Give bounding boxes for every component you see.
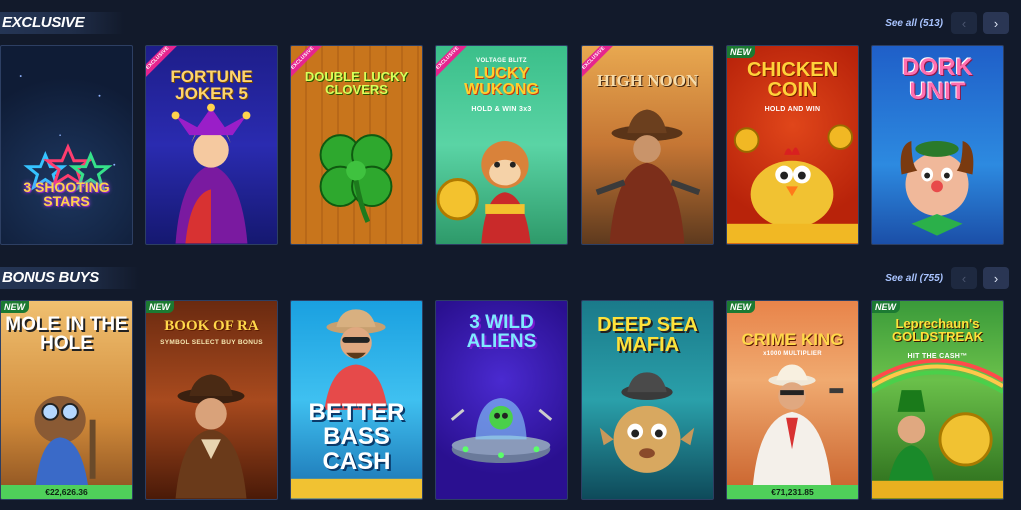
next-arrow-button[interactable]: ›	[983, 267, 1009, 289]
game-subtitle: SYMBOL SELECT BUY BONUS	[160, 339, 263, 346]
game-tile[interactable]: EXCLUSIVE FORTUNE JOKER 5	[145, 45, 278, 245]
section-title: BONUS BUYS	[0, 267, 140, 289]
new-badge: NEW	[872, 301, 900, 313]
game-title: BETTER BASS CASH	[308, 399, 405, 475]
section-header-exclusive: EXCLUSIVE See all (513) ‹ ›	[0, 8, 1021, 34]
game-tile[interactable]: NEW CRIME KING x1000 MULTIPLIER €71,231.…	[726, 300, 859, 500]
game-row-exclusive: 3 SHOOTING STARS EXCLUSIVE FORTUNE JOKER…	[0, 45, 1021, 245]
game-tile[interactable]: NEW BOOK OF RA SYMBOL SELECT BUY BONUS	[145, 300, 278, 500]
see-all-link[interactable]: See all (755)	[885, 273, 943, 284]
game-title: DORK UNIT	[902, 54, 973, 106]
chevron-left-icon: ‹	[961, 15, 967, 31]
game-tile[interactable]: NEW Leprechaun's GOLDSTREAK HIT THE CASH…	[871, 300, 1004, 500]
game-title: HIGH NOON	[596, 71, 699, 90]
game-tile[interactable]: DORK UNIT	[871, 45, 1004, 245]
game-row-bonus-buys: NEW MOLE IN THE HOLE €22,626.36 NEW BOOK…	[0, 300, 1021, 500]
new-badge: NEW	[1, 301, 29, 313]
game-tile[interactable]: NEW MOLE IN THE HOLE €22,626.36	[0, 300, 133, 500]
jackpot-amount: €71,231.85	[727, 485, 858, 499]
game-tile[interactable]: 3 SHOOTING STARS	[0, 45, 133, 245]
game-title: DEEP SEA MAFIA	[597, 314, 698, 357]
game-supertitle: VOLTAGE BLITZ	[476, 58, 527, 64]
game-subtitle: HOLD AND WIN	[764, 106, 821, 113]
section-title: EXCLUSIVE	[0, 12, 125, 34]
game-tile[interactable]: NEW CHICKEN COIN HOLD AND WIN	[726, 45, 859, 245]
chevron-left-icon: ‹	[961, 270, 967, 286]
game-subtitle: x1000 MULTIPLIER	[763, 351, 822, 357]
prev-arrow-button[interactable]: ‹	[951, 267, 977, 289]
game-tile[interactable]: BETTER BASS CASH	[290, 300, 423, 500]
tile-artwork	[19, 75, 116, 191]
game-title: 3 WILD ALIENS	[466, 312, 537, 353]
game-title: Leprechaun's GOLDSTREAK	[892, 316, 983, 345]
game-title: BOOK OF RA	[164, 318, 259, 334]
new-badge: NEW	[727, 46, 755, 58]
next-arrow-button[interactable]: ›	[983, 12, 1009, 34]
game-title: MOLE IN THE HOLE	[5, 314, 128, 355]
game-tile[interactable]: DEEP SEA MAFIA	[581, 300, 714, 500]
game-tile[interactable]: EXCLUSIVE DOUBLE LUCKY CLOVERS	[290, 45, 423, 245]
game-subtitle: HIT THE CASH™	[907, 353, 968, 360]
new-badge: NEW	[727, 301, 755, 313]
see-all-link[interactable]: See all (513)	[885, 18, 943, 29]
game-tile[interactable]: EXCLUSIVE HIGH NOON	[581, 45, 714, 245]
prev-arrow-button[interactable]: ‹	[951, 12, 977, 34]
game-title: LUCKY WUKONG	[464, 65, 539, 99]
section-header-bonus-buys: BONUS BUYS See all (755) ‹ ›	[0, 263, 1021, 289]
game-tile[interactable]: EXCLUSIVE VOLTAGE BLITZ LUCKY WUKONG HOL…	[435, 45, 568, 245]
chevron-right-icon: ›	[993, 15, 999, 31]
game-title: CHICKEN COIN	[746, 59, 839, 102]
new-badge: NEW	[146, 301, 174, 313]
jackpot-amount: €22,626.36	[1, 485, 132, 499]
game-title: CRIME KING	[741, 330, 844, 349]
game-title: DOUBLE LUCKY CLOVERS	[304, 69, 409, 98]
chevron-right-icon: ›	[993, 270, 999, 286]
game-tile[interactable]: 3 WILD ALIENS	[435, 300, 568, 500]
game-title: 3 SHOOTING STARS	[23, 179, 110, 210]
game-title: FORTUNE JOKER 5	[170, 67, 253, 104]
game-subtitle: HOLD & WIN 3x3	[471, 106, 532, 113]
